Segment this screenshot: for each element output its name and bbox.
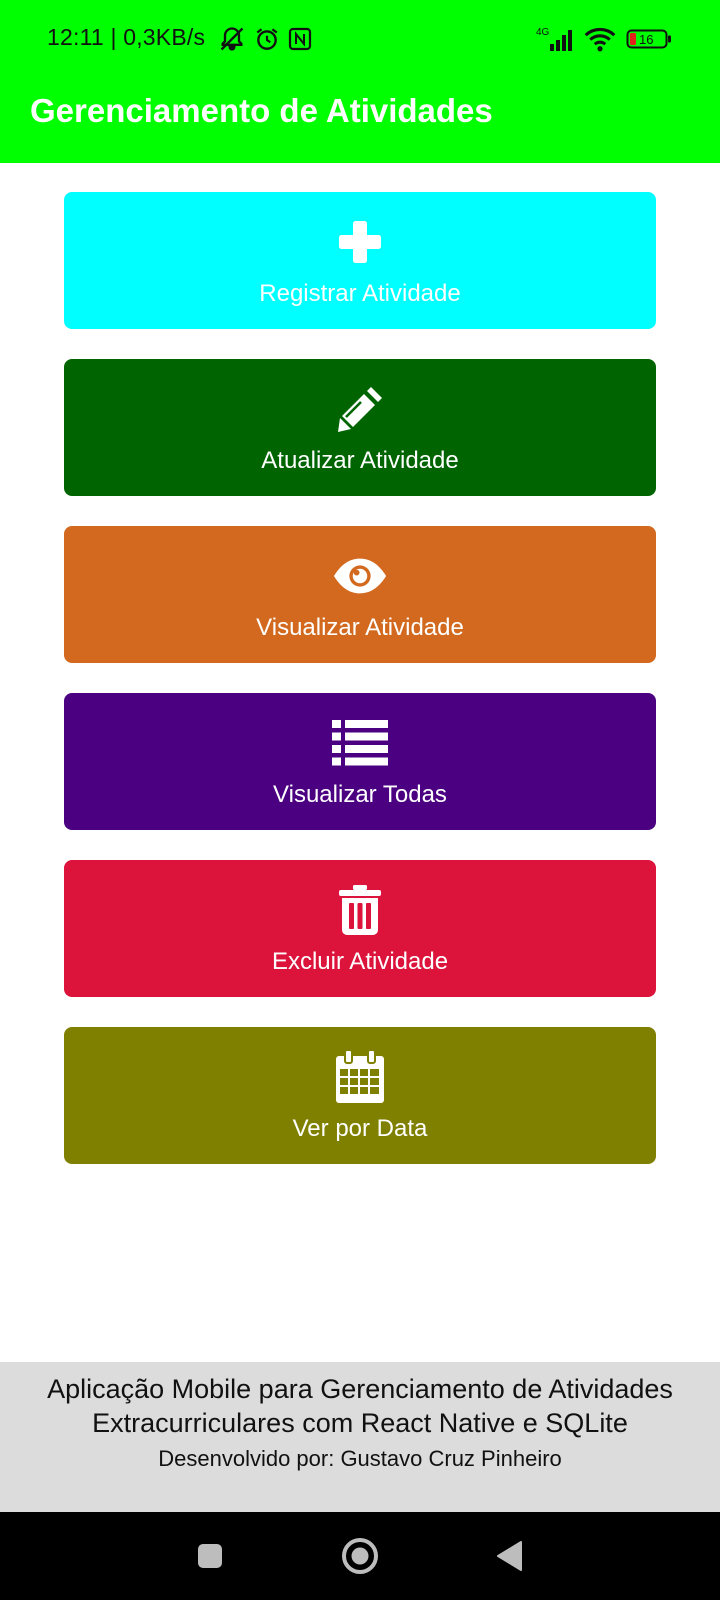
footer-credit: Desenvolvido por: Gustavo Cruz Pinheiro bbox=[158, 1446, 562, 1471]
nfc-icon bbox=[288, 27, 312, 51]
delete-activity-button[interactable]: Excluir Atividade bbox=[64, 860, 656, 997]
battery-level: 16 bbox=[639, 32, 653, 47]
wifi-icon bbox=[584, 26, 616, 52]
view-by-date-label: Ver por Data bbox=[292, 1114, 428, 1142]
plus-icon bbox=[332, 214, 388, 270]
back-button[interactable] bbox=[490, 1536, 530, 1576]
status-bar: 12:11 | 0,3KB/s 4G 16 bbox=[0, 0, 720, 80]
view-activity-label: Visualizar Atividade bbox=[256, 613, 464, 641]
home-button[interactable] bbox=[340, 1536, 380, 1576]
delete-activity-label: Excluir Atividade bbox=[271, 947, 449, 975]
footer-description: Aplicação Mobile para Gerenciamento de A… bbox=[47, 1374, 673, 1438]
battery-icon: 16 bbox=[626, 27, 672, 51]
status-time: 12:11 | 0,3KB/s bbox=[47, 24, 206, 50]
view-all-button[interactable]: Visualizar Todas bbox=[64, 693, 656, 830]
action-menu: Registrar Atividade Atualizar Atividade bbox=[64, 192, 656, 1194]
system-nav-bar bbox=[0, 1512, 720, 1600]
eye-icon bbox=[332, 548, 388, 604]
triangle-back-icon bbox=[497, 1541, 522, 1571]
signal-icon: 4G bbox=[536, 26, 574, 52]
view-all-label: Visualizar Todas bbox=[273, 780, 447, 808]
status-icons-right: 4G 16 bbox=[536, 24, 672, 54]
update-activity-button[interactable]: Atualizar Atividade bbox=[64, 359, 656, 496]
register-activity-label: Registrar Atividade bbox=[259, 279, 461, 307]
view-activity-button[interactable]: Visualizar Atividade bbox=[64, 526, 656, 663]
status-icons-left bbox=[218, 24, 312, 54]
view-by-date-button[interactable]: Ver por Data bbox=[64, 1027, 656, 1164]
calendar-icon bbox=[332, 1049, 388, 1105]
top-bar: 12:11 | 0,3KB/s 4G 16 Gerenciamento de A… bbox=[0, 0, 720, 163]
muted-bell-icon bbox=[218, 25, 246, 53]
update-activity-label: Atualizar Atividade bbox=[261, 446, 459, 474]
app-screen: 12:11 | 0,3KB/s 4G 16 Gerenciamento de A… bbox=[0, 0, 720, 1600]
pencil-icon bbox=[332, 381, 388, 437]
footer: Aplicação Mobile para Gerenciamento de A… bbox=[0, 1362, 720, 1512]
register-activity-button[interactable]: Registrar Atividade bbox=[64, 192, 656, 329]
circle-icon bbox=[342, 1538, 378, 1574]
page-title: Gerenciamento de Atividades bbox=[30, 92, 493, 129]
network-type-label: 4G bbox=[536, 27, 550, 38]
alarm-icon bbox=[254, 26, 280, 52]
trash-icon bbox=[332, 882, 388, 938]
list-icon bbox=[332, 715, 388, 771]
recents-button[interactable] bbox=[190, 1536, 230, 1576]
square-icon bbox=[198, 1544, 222, 1568]
